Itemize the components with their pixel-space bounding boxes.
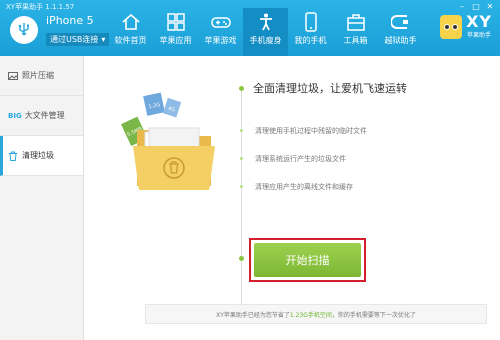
step-item-2: 清理系统运行产生的垃圾文件 (255, 155, 346, 163)
nav-label: 工具箱 (343, 36, 368, 45)
timeline-dot (240, 129, 243, 132)
timeline-line (241, 90, 242, 312)
savings-amount: 1.23G手机空间 (289, 311, 332, 319)
jailbreak-icon (390, 15, 408, 29)
main-panel: 1.2G 4G 5.5MB 全面清理垃圾，让爱机飞速运转 清理使用手机过程中残留… (85, 56, 500, 340)
nav-label: 我的手机 (294, 36, 327, 45)
sidebar-item-photo-compress[interactable]: 照片压缩 (0, 56, 83, 96)
slim-figure-icon (259, 13, 272, 31)
apps-grid-icon (166, 13, 185, 31)
nav-label: 手机瘦身 (249, 36, 282, 45)
nav-label: 越狱助手 (384, 36, 417, 45)
owl-logo-icon (440, 14, 463, 39)
close-icon[interactable]: ✕ (484, 2, 496, 12)
timeline-dot (239, 86, 244, 91)
savings-prefix: XY苹果助手已经为您节省了 (216, 311, 290, 319)
sidebar-item-big-files[interactable]: BIG 大文件管理 (0, 96, 83, 136)
toolbox-icon (346, 14, 365, 31)
nav-label: 软件首页 (114, 36, 147, 45)
timeline-dot (240, 157, 243, 160)
nav-slim[interactable]: 手机瘦身 (243, 8, 288, 56)
sidebar-item-label: 照片压缩 (22, 71, 54, 80)
nav-label: 苹果游戏 (204, 36, 237, 45)
minimize-icon[interactable]: – (456, 2, 468, 12)
connection-label: 通过USB连接 (50, 35, 99, 44)
nav-label: 苹果应用 (159, 36, 192, 45)
savings-status-bar: XY苹果助手已经为您节省了 1.23G手机空间 ，你的手机需要等下一次优化了 (145, 304, 487, 324)
timeline-dot (240, 185, 243, 188)
clean-headline: 全面清理垃圾，让爱机飞速运转 (253, 82, 407, 95)
nav-my-phone[interactable]: 我的手机 (288, 8, 333, 56)
photo-icon (8, 71, 18, 80)
junk-folder-illustration: 1.2G 4G 5.5MB (115, 86, 225, 196)
step-item-3: 清理应用产生的离线文件和缓存 (255, 183, 353, 191)
maximize-icon[interactable]: □ (470, 2, 482, 12)
big-badge: BIG (8, 111, 22, 120)
device-panel[interactable]: iPhone 5 通过USB连接 ▾ (10, 14, 110, 46)
usb-icon (10, 16, 38, 44)
nav-toolbox[interactable]: 工具箱 (333, 8, 378, 56)
sidebar-item-clean-junk[interactable]: 清理垃圾 (0, 136, 83, 176)
timeline-dot (239, 256, 244, 261)
window-controls: – □ ✕ (456, 2, 496, 12)
main-nav: 软件首页 苹果应用 苹果游戏 手机瘦身 我的手机 工具箱 越狱助手 (108, 8, 423, 56)
top-header: XY苹果助手 1.1.1.57 – □ ✕ iPhone 5 通过USB连接 ▾… (0, 0, 500, 56)
nav-jailbreak[interactable]: 越狱助手 (378, 8, 423, 56)
step-item-1: 清理使用手机过程中残留的临时文件 (255, 127, 367, 135)
trash-icon (9, 151, 17, 161)
brand-name: XY (466, 12, 492, 31)
start-scan-button[interactable]: 开始扫描 (254, 243, 361, 277)
chevron-down-icon: ▾ (101, 35, 106, 44)
brand-subtitle: 苹果助手 (467, 32, 492, 39)
sidebar-item-label: 大文件管理 (24, 111, 65, 120)
gamepad-icon (210, 17, 231, 28)
brand-logo: XY 苹果助手 (440, 14, 492, 39)
sidebar: 照片压缩 BIG 大文件管理 清理垃圾 (0, 56, 84, 340)
phone-icon (304, 12, 317, 32)
window-title: XY苹果助手 1.1.1.57 (6, 3, 75, 11)
sidebar-item-label: 清理垃圾 (22, 151, 54, 160)
home-icon (121, 13, 140, 30)
nav-games[interactable]: 苹果游戏 (198, 8, 243, 56)
nav-apps[interactable]: 苹果应用 (153, 8, 198, 56)
nav-home[interactable]: 软件首页 (108, 8, 153, 56)
scan-button-highlight: 开始扫描 (249, 238, 366, 282)
device-name: iPhone 5 (46, 14, 94, 27)
connection-selector[interactable]: 通过USB连接 ▾ (46, 33, 110, 46)
savings-suffix: ，你的手机需要等下一次优化了 (331, 311, 416, 319)
